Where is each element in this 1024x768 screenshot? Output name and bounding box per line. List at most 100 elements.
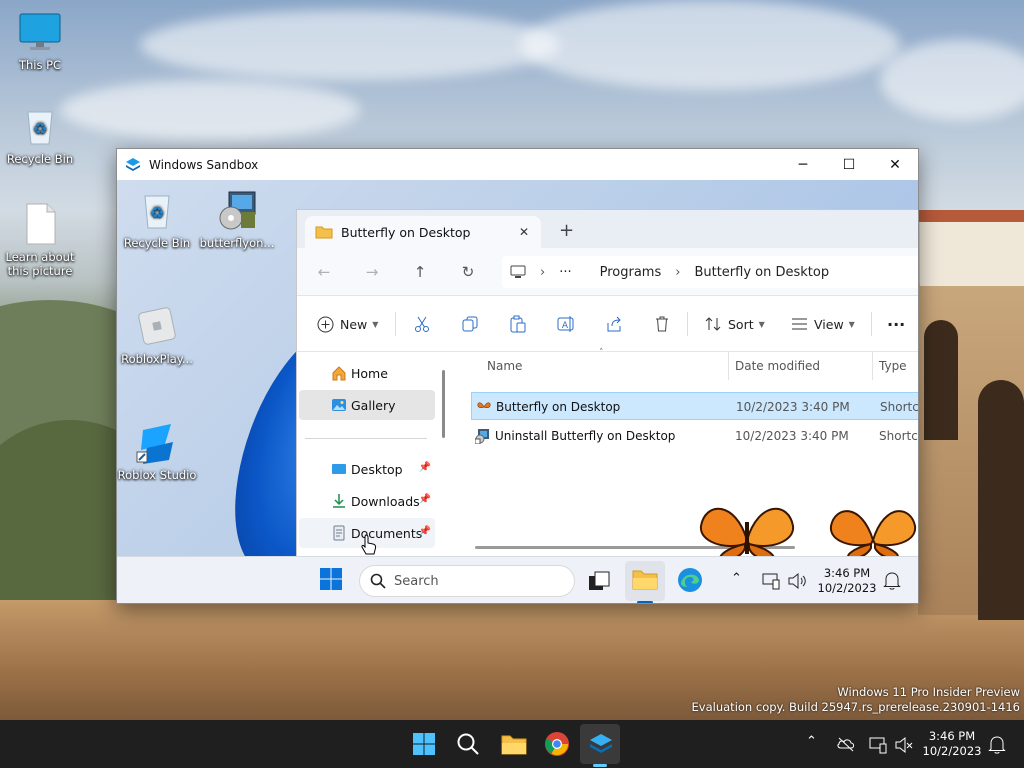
file-explorer-taskbar-icon[interactable] <box>500 732 528 760</box>
taskbar-search-box[interactable]: Search <box>359 565 575 597</box>
wallpaper-arch <box>978 380 1024 620</box>
roblox-icon <box>135 304 179 348</box>
sandbox-window-title: Windows Sandbox <box>149 157 259 172</box>
pin-icon[interactable]: 📌 <box>419 462 431 473</box>
nav-item-gallery[interactable]: Gallery <box>299 390 435 420</box>
desktop-icon-label: Recycle Bin <box>6 152 74 166</box>
volume-muted-icon[interactable] <box>894 735 922 763</box>
onedrive-icon[interactable] <box>836 735 864 763</box>
explorer-tab-strip: Butterfly on Desktop ✕ + <box>297 210 918 248</box>
share-button[interactable] <box>605 313 623 335</box>
desktop-icon-this-pc[interactable]: This PC <box>0 10 80 72</box>
windows-sandbox-taskbar-icon[interactable] <box>588 732 616 760</box>
explorer-tab[interactable]: Butterfly on Desktop ✕ <box>305 216 541 248</box>
delete-button[interactable] <box>653 313 671 335</box>
copy-icon <box>461 315 479 333</box>
start-windows-icon[interactable] <box>412 732 440 760</box>
notification-bell-icon[interactable] <box>883 571 911 599</box>
chrome-browser-icon[interactable] <box>544 731 572 759</box>
desktop-icon-label: This PC <box>18 58 62 72</box>
host-clock[interactable]: 3:46 PM 10/2/2023 <box>920 729 984 759</box>
sandbox-window[interactable]: Windows Sandbox ─ ☐ ✕ ♻ Recycle Bin butt… <box>116 148 919 604</box>
maximize-button[interactable]: ☐ <box>826 149 872 180</box>
file-row[interactable]: Uninstall Butterfly on Desktop 10/2/2023… <box>471 422 918 450</box>
more-options-button[interactable]: ··· <box>887 313 905 335</box>
start-windows-icon[interactable] <box>319 567 347 595</box>
this-pc-icon <box>510 265 526 279</box>
tab-close-icon[interactable]: ✕ <box>519 225 529 239</box>
sandbox-clock[interactable]: 3:46 PM 10/2/2023 <box>817 566 877 596</box>
close-button[interactable]: ✕ <box>872 149 918 180</box>
sort-chevron-up-icon: ˄ <box>599 348 604 358</box>
column-divider[interactable] <box>872 352 873 380</box>
desktop-icon-recycle-bin[interactable]: ♻ Recycle Bin <box>0 104 80 166</box>
column-header-type[interactable]: Type <box>879 359 907 373</box>
pin-icon[interactable]: 📌 <box>419 526 431 537</box>
sandbox-desktop-icon-butterfly-installer[interactable]: butterflyon... <box>197 188 277 250</box>
network-icon[interactable] <box>761 571 789 599</box>
view-list-icon <box>791 317 808 331</box>
notification-bell-icon[interactable] <box>988 735 1016 763</box>
nav-item-home[interactable]: Home <box>299 358 435 388</box>
volume-icon[interactable] <box>787 571 815 599</box>
sandbox-titlebar[interactable]: Windows Sandbox ─ ☐ ✕ <box>117 149 918 180</box>
show-hidden-icons-chevron-icon[interactable]: ⌃ <box>731 571 742 586</box>
sandbox-desktop-icon-roblox-player[interactable]: RobloxPlay... <box>117 304 197 366</box>
file-explorer-taskbar-icon[interactable] <box>631 567 659 595</box>
cut-button[interactable] <box>413 313 431 335</box>
edge-browser-icon[interactable] <box>677 567 705 595</box>
command-separator <box>687 312 688 336</box>
back-arrow-icon[interactable]: ← <box>309 260 339 284</box>
tab-title: Butterfly on Desktop <box>341 224 471 240</box>
copy-button[interactable] <box>461 313 479 335</box>
clock-time: 3:46 PM <box>823 566 871 580</box>
active-app-indicator <box>593 764 607 767</box>
wallpaper-cloud <box>880 40 1024 120</box>
roblox-studio-icon <box>135 420 179 464</box>
sandbox-desktop-icon-roblox-studio[interactable]: Roblox Studio <box>117 420 197 482</box>
column-divider[interactable] <box>728 352 729 380</box>
view-button[interactable]: View ▼ <box>791 313 855 335</box>
sandbox-desktop-icon-recycle-bin[interactable]: ♻ Recycle Bin <box>117 188 197 250</box>
new-button-label: New <box>340 316 368 332</box>
rename-button[interactable]: A <box>557 313 575 335</box>
minimize-button[interactable]: ─ <box>780 149 826 180</box>
task-view-icon[interactable] <box>587 569 615 597</box>
nav-item-downloads[interactable]: Downloads 📌 <box>299 486 435 516</box>
address-bar[interactable]: › ··· Programs › Butterfly on Desktop <box>502 256 918 288</box>
view-button-label: View <box>814 316 844 332</box>
clock-date: 10/2/2023 <box>817 581 877 595</box>
share-icon <box>605 315 623 333</box>
show-hidden-icons-chevron-icon[interactable]: ⌃ <box>806 734 817 749</box>
forward-arrow-icon[interactable]: → <box>357 260 387 284</box>
column-header-date-modified[interactable]: Date modified <box>735 359 820 373</box>
up-arrow-icon[interactable]: ↑ <box>405 260 435 284</box>
refresh-icon[interactable]: ↻ <box>453 260 483 284</box>
sort-button[interactable]: Sort ▼ <box>705 313 765 335</box>
desktop-icon-learn-about-picture[interactable]: Learn about this picture <box>0 202 80 278</box>
address-overflow[interactable]: ··· <box>559 265 571 280</box>
paste-button[interactable] <box>509 313 527 335</box>
uninstall-shortcut-icon <box>474 428 491 445</box>
new-button[interactable]: New ▼ <box>317 313 378 335</box>
sort-icon <box>705 316 722 332</box>
pin-icon[interactable]: 📌 <box>419 494 431 505</box>
breadcrumb-programs[interactable]: Programs <box>600 265 662 280</box>
wallpaper-roof <box>918 210 1024 222</box>
nav-item-desktop[interactable]: Desktop 📌 <box>299 454 435 484</box>
watermark-line2: Evaluation copy. Build 25947.rs_prerelea… <box>691 700 1020 714</box>
column-header-name[interactable]: Name <box>487 359 522 373</box>
file-row-selected[interactable]: Butterfly on Desktop 10/2/2023 3:40 PM S… <box>471 392 918 420</box>
wallpaper-cloud <box>520 0 900 90</box>
host-taskbar: ⌃ 3:46 PM 10/2/2023 <box>0 720 1024 768</box>
search-icon <box>370 573 386 593</box>
search-icon[interactable] <box>456 732 484 760</box>
scissors-icon <box>413 315 431 333</box>
folder-icon <box>315 225 333 239</box>
network-icon[interactable] <box>868 735 896 763</box>
new-tab-button[interactable]: + <box>559 220 574 241</box>
nav-pane-scrollbar[interactable] <box>442 370 445 438</box>
download-icon <box>331 493 347 509</box>
desktop-icon-label: Learn about this picture <box>5 250 75 278</box>
breadcrumb-current[interactable]: Butterfly on Desktop <box>694 265 829 280</box>
